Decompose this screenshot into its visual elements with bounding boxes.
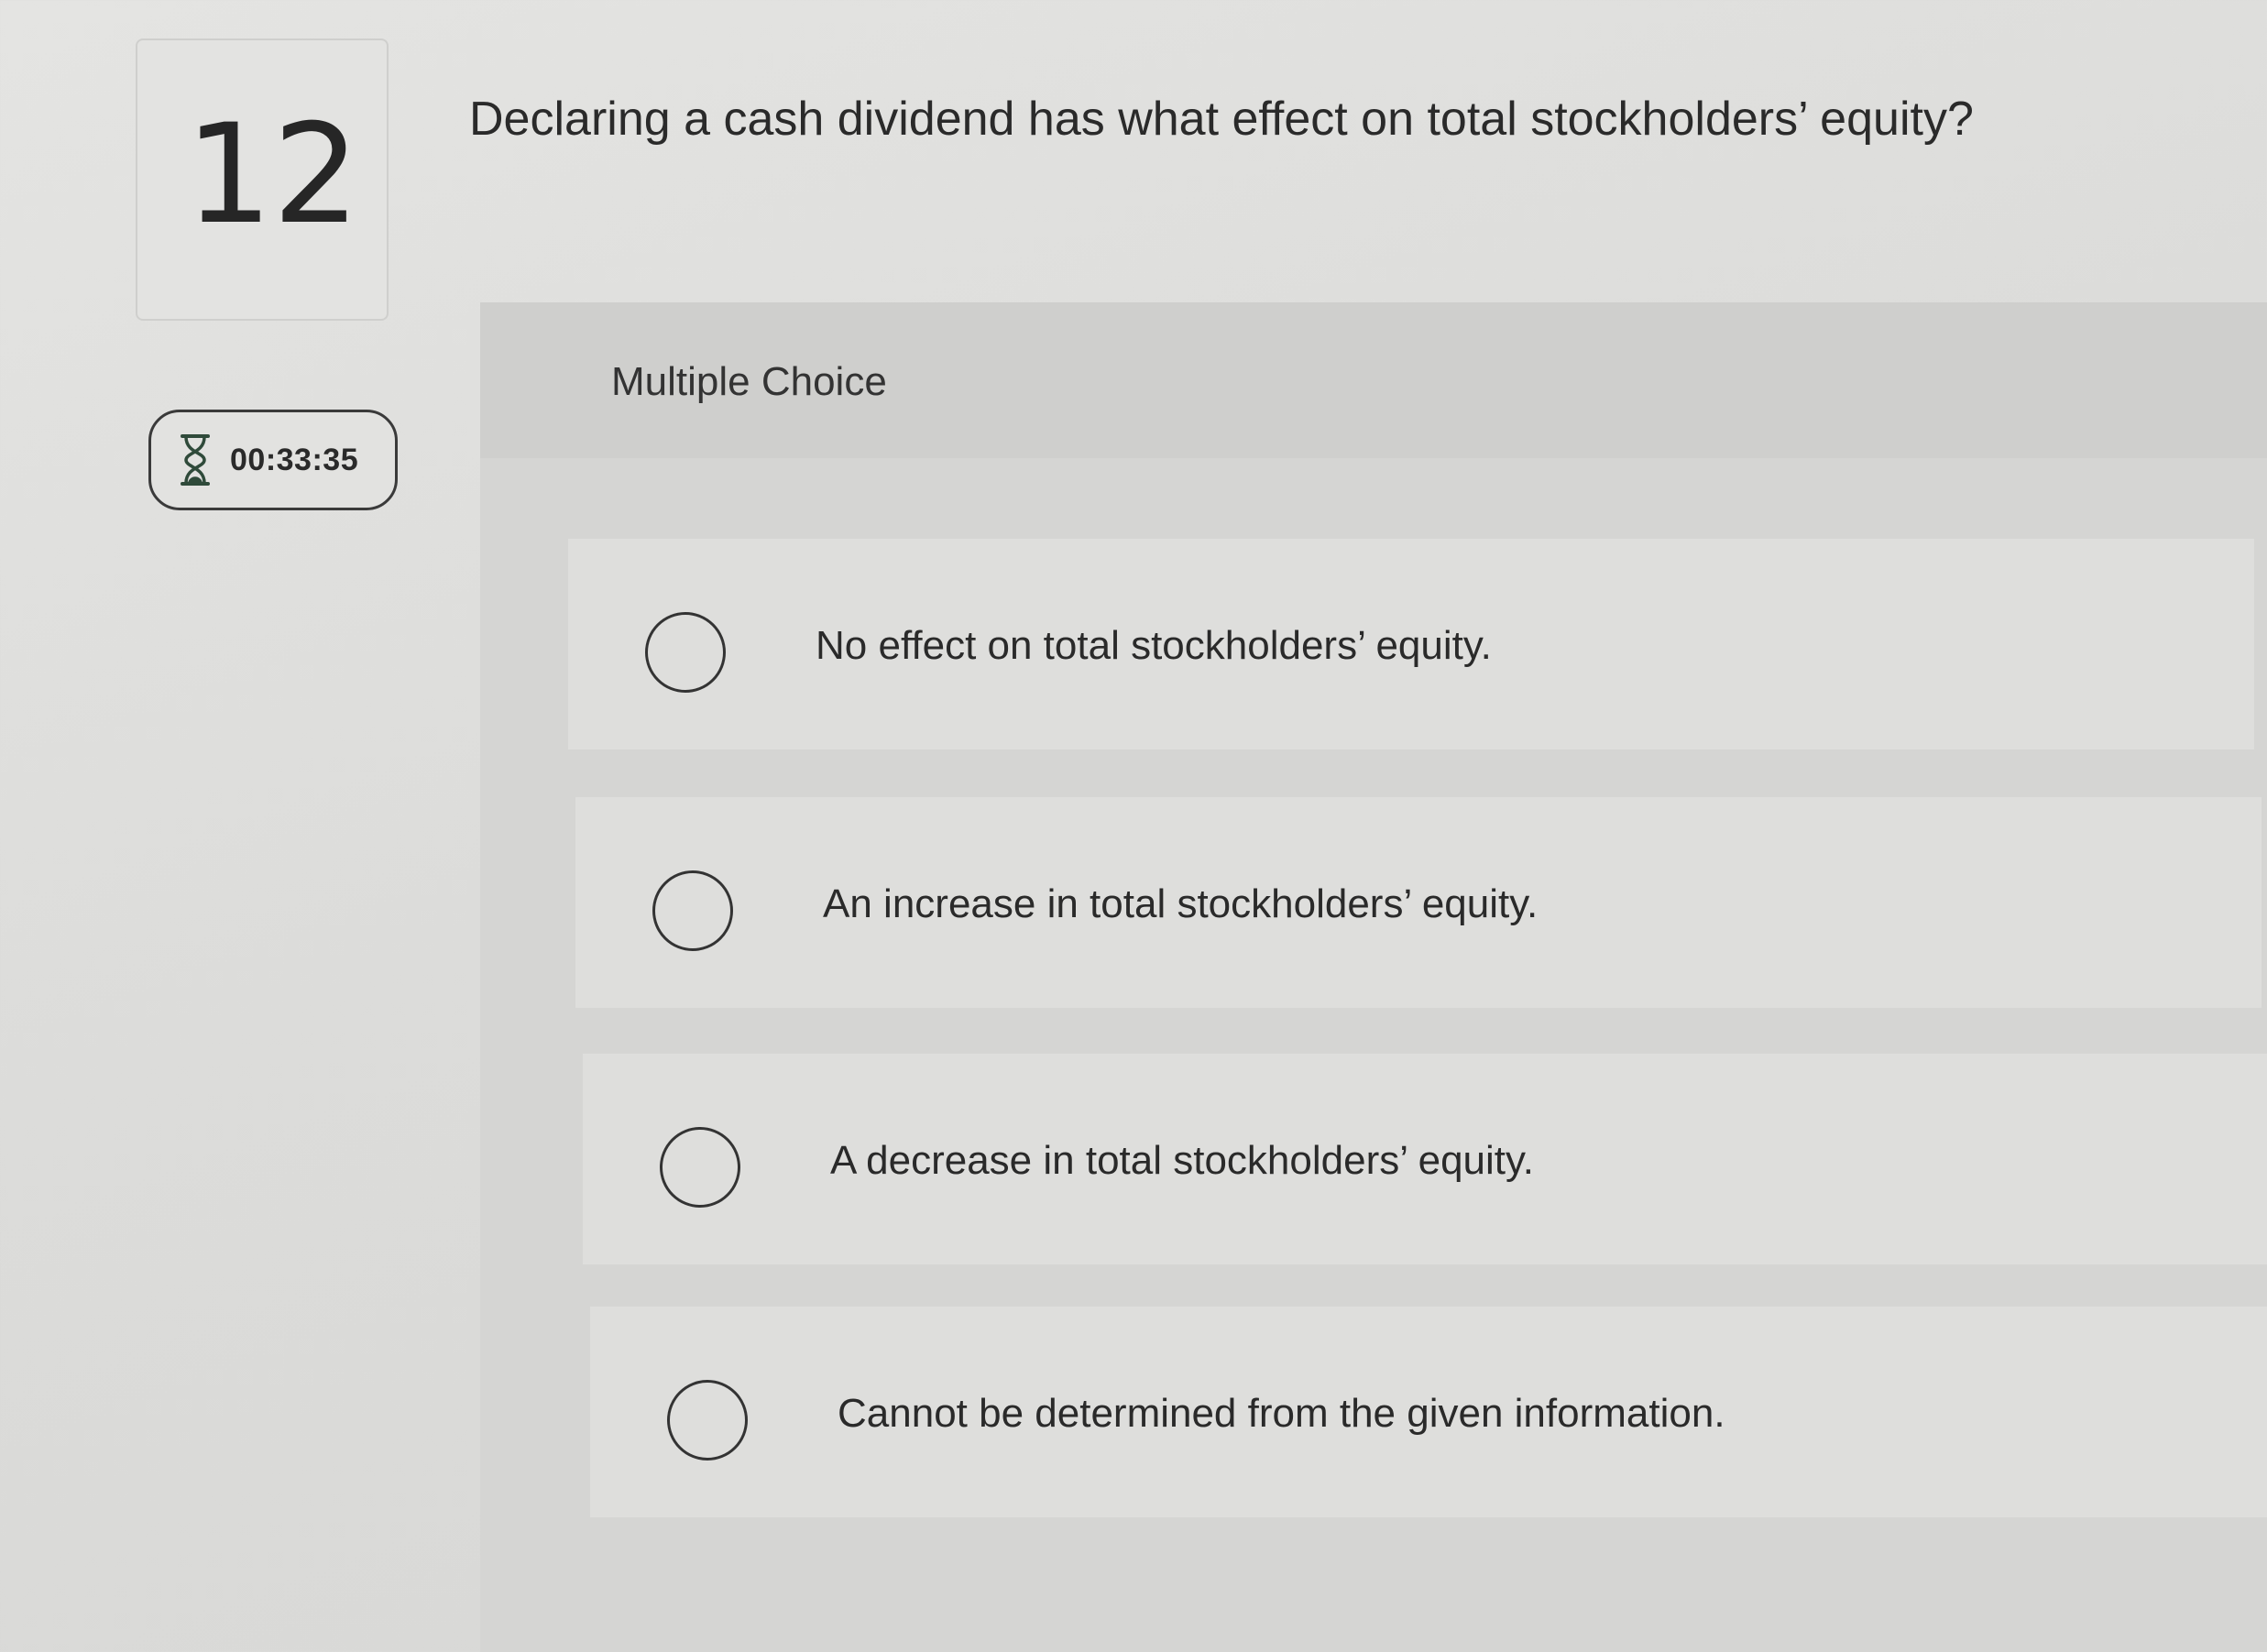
timer-badge[interactable]: 00:33:35 <box>148 410 398 510</box>
answer-option-4[interactable]: Cannot be determined from the given info… <box>590 1307 2267 1517</box>
question-type-header: Multiple Choice <box>480 302 2267 458</box>
hourglass-icon <box>177 432 214 487</box>
radio-button-icon[interactable] <box>652 870 733 951</box>
answer-panel: Multiple Choice No effect on total stock… <box>480 302 2267 1652</box>
question-number: 12 <box>185 95 360 255</box>
question-number-card: 12 <box>136 38 389 321</box>
answer-option-1[interactable]: No effect on total stockholders’ equity. <box>568 539 2254 749</box>
answer-option-2[interactable]: An increase in total stockholders’ equit… <box>575 797 2262 1008</box>
question-text: Declaring a cash dividend has what effec… <box>469 93 1974 146</box>
radio-button-icon[interactable] <box>660 1127 740 1208</box>
radio-button-icon[interactable] <box>645 612 726 693</box>
timer-text: 00:33:35 <box>230 442 359 477</box>
question-type-label: Multiple Choice <box>611 359 887 404</box>
answer-option-label: An increase in total stockholders’ equit… <box>823 881 1539 926</box>
radio-button-icon[interactable] <box>667 1380 748 1461</box>
answer-option-label: No effect on total stockholders’ equity. <box>816 623 1492 668</box>
answer-option-3[interactable]: A decrease in total stockholders’ equity… <box>583 1054 2267 1264</box>
answer-option-label: A decrease in total stockholders’ equity… <box>830 1138 1534 1183</box>
answer-option-label: Cannot be determined from the given info… <box>838 1391 1725 1436</box>
